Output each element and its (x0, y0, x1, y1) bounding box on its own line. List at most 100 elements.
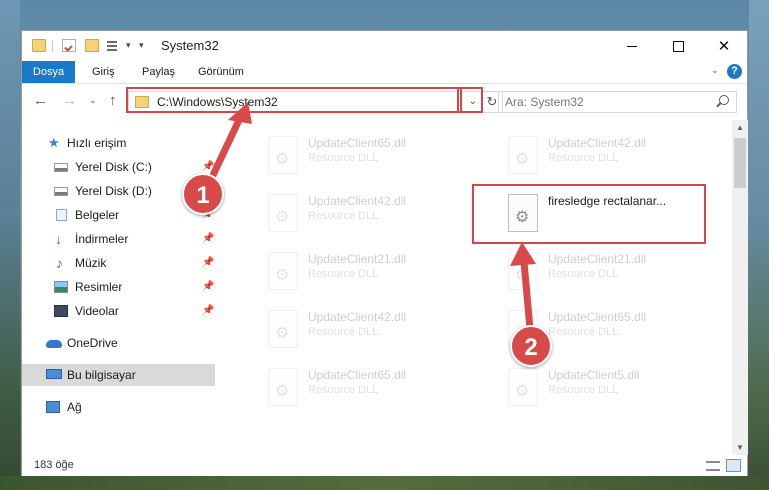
search-input[interactable]: Ara: System32 (498, 91, 737, 113)
folder-icon (135, 96, 149, 108)
maximize-button[interactable] (655, 31, 701, 61)
sidebar-item-this-pc[interactable]: Bu bilgisayar (22, 364, 215, 386)
view-options-icon[interactable] (107, 39, 123, 52)
step-badge-1: 1 (182, 173, 224, 215)
sidebar-item-label: Yerel Disk (C:) (75, 160, 152, 174)
help-icon[interactable]: ? (727, 64, 742, 79)
file-name: firesledge rectalanar... (548, 194, 667, 208)
sidebar-item-label: Bu bilgisayar (67, 368, 136, 382)
desktop-background-right (749, 0, 769, 490)
sidebar-item-network[interactable]: Ağ (22, 396, 215, 418)
details-view-icon[interactable] (706, 461, 720, 471)
pictures-icon (54, 281, 68, 293)
file-name: UpdateClient42.dll (548, 136, 647, 150)
file-item[interactable]: UpdateClient21.dll Resource DLL (494, 244, 720, 296)
sidebar-item-music[interactable]: ♪ Müzik 📌 (22, 252, 215, 274)
file-type: Resource DLL (308, 384, 379, 396)
scrollbar-thumb[interactable] (734, 138, 746, 188)
file-item[interactable]: UpdateClient65.dll Resource DLL (254, 128, 480, 180)
navigation-pane: ★ Hızlı erişim Yerel Disk (C:) 📌 Yerel D… (22, 120, 215, 450)
dll-file-icon (508, 136, 538, 174)
search-icon[interactable] (719, 95, 729, 105)
chevron-down-icon[interactable]: ⌄ (469, 96, 477, 107)
dll-file-icon (508, 194, 538, 232)
chevron-down-icon[interactable]: ▾ (126, 40, 131, 51)
file-type: Resource DLL (308, 268, 379, 280)
folder-icon (32, 39, 46, 52)
sidebar-item-label: Hızlı erişim (67, 136, 127, 150)
file-name: UpdateClient65.dll (308, 368, 407, 382)
file-item[interactable]: UpdateClient5.dll Resource DLL (494, 360, 720, 412)
file-item-firesledge[interactable]: firesledge rectalanar... (494, 186, 720, 238)
desktop-background-bottom (0, 476, 769, 490)
file-name: UpdateClient21.dll (308, 252, 407, 266)
minimize-button[interactable] (609, 31, 655, 61)
new-folder-icon[interactable] (85, 39, 99, 52)
file-item[interactable]: UpdateClient42.dll Resource DLL (254, 302, 480, 354)
file-item[interactable]: UpdateClient42.dll Resource DLL (494, 128, 720, 180)
navigation-bar: ← → ⌄ ↑ C:\Windows\System32 ⌄ ↻ Ara: Sys… (22, 84, 747, 120)
back-button[interactable]: ← (33, 92, 48, 109)
dll-file-icon (508, 252, 538, 290)
tab-home[interactable]: Giriş (92, 61, 115, 83)
cloud-icon (46, 340, 62, 348)
title-bar: ▾ ▾ System32 ✕ (22, 31, 747, 61)
videos-icon (54, 305, 68, 317)
close-button[interactable]: ✕ (701, 31, 747, 61)
dll-file-icon (268, 194, 298, 232)
minimize-icon (627, 45, 637, 47)
desktop-background-left (0, 0, 20, 490)
maximize-icon (672, 40, 684, 52)
sidebar-item-videos[interactable]: Videolar 📌 (22, 300, 215, 322)
recent-locations-button[interactable]: ⌄ (89, 95, 97, 106)
file-type: Resource DLL (308, 152, 379, 164)
star-icon: ★ (48, 135, 60, 150)
vertical-scrollbar[interactable]: ▲ ▼ (732, 120, 748, 455)
properties-icon[interactable] (62, 39, 76, 52)
file-explorer-window: ▾ ▾ System32 ✕ Dosya Giriş Paylaş Görünü… (21, 30, 748, 476)
file-name: UpdateClient21.dll (548, 252, 647, 266)
dll-file-icon (268, 136, 298, 174)
address-bar[interactable]: C:\Windows\System32 ⌄ (128, 91, 482, 113)
file-item[interactable]: UpdateClient21.dll Resource DLL (254, 244, 480, 296)
expand-ribbon-icon[interactable]: ⌄ (711, 65, 719, 76)
step-badge-2: 2 (510, 325, 552, 367)
pin-icon: 📌 (202, 305, 215, 316)
sidebar-item-quick-access[interactable]: ★ Hızlı erişim (22, 132, 215, 154)
scroll-up-icon[interactable]: ▲ (736, 123, 744, 132)
sidebar-item-pictures[interactable]: Resimler 📌 (22, 276, 215, 298)
customize-toolbar-icon[interactable]: ▾ (139, 40, 144, 51)
up-button[interactable]: ↑ (109, 92, 117, 109)
file-item[interactable]: UpdateClient42.dll Resource DLL (254, 186, 480, 238)
scroll-down-icon[interactable]: ▼ (736, 443, 744, 452)
file-name: UpdateClient42.dll (308, 310, 407, 324)
file-type: Resource DLL (548, 152, 619, 164)
file-name: UpdateClient5.dll (548, 368, 640, 382)
file-name: UpdateClient42.dll (308, 194, 407, 208)
sidebar-item-downloads[interactable]: ↓ İndirmeler 📌 (22, 228, 215, 250)
sidebar-item-local-disk-c[interactable]: Yerel Disk (C:) 📌 (22, 156, 215, 178)
file-type: Resource DLL (548, 326, 619, 338)
music-icon: ♪ (56, 255, 63, 271)
address-path[interactable]: C:\Windows\System32 (157, 95, 278, 109)
sidebar-item-label: Resimler (75, 280, 123, 294)
sidebar-item-label: Belgeler (75, 208, 120, 222)
tab-view[interactable]: Görünüm (198, 61, 244, 83)
file-item[interactable]: UpdateClient65.dll Resource DLL (254, 360, 480, 412)
large-icons-view-icon[interactable] (726, 459, 741, 472)
sidebar-item-label: Videolar (75, 304, 119, 318)
pin-icon: 📌 (202, 257, 215, 268)
tab-file[interactable]: Dosya (22, 61, 75, 83)
file-type: Resource DLL (308, 210, 379, 222)
network-icon (46, 401, 60, 413)
pin-icon: 📌 (202, 281, 215, 292)
document-icon (56, 209, 67, 221)
status-bar: 183 öğe (22, 455, 747, 476)
dll-file-icon (268, 252, 298, 290)
tab-share[interactable]: Paylaş (142, 61, 175, 83)
file-type: Resource DLL (548, 384, 619, 396)
dll-file-icon (508, 368, 538, 406)
sidebar-item-onedrive[interactable]: OneDrive (22, 332, 215, 354)
ribbon-tabs: Dosya Giriş Paylaş Görünüm ⌄ ? (22, 61, 747, 84)
forward-button[interactable]: → (62, 92, 77, 109)
